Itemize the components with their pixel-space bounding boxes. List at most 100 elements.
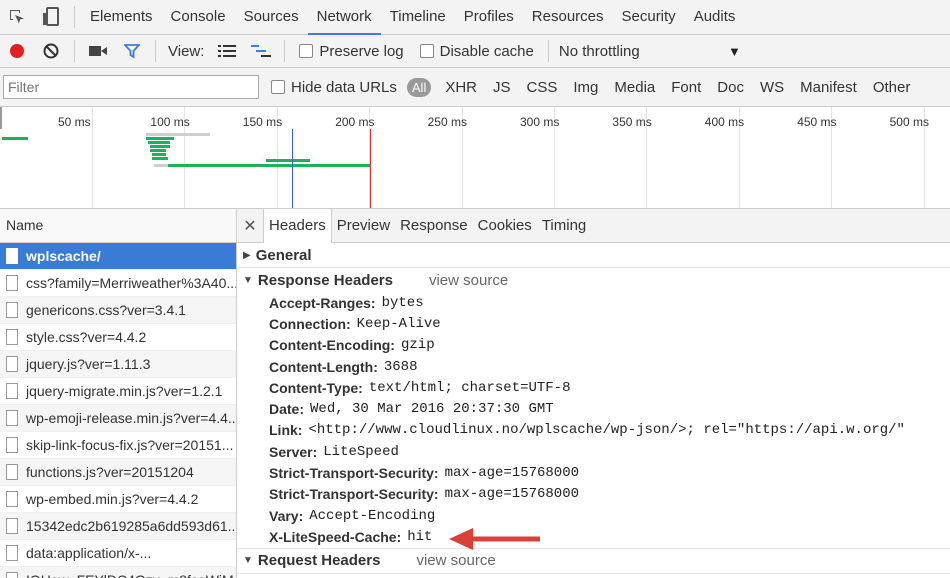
response-header-row: Vary: Accept-Encoding — [237, 505, 950, 526]
view-label: View: — [168, 42, 205, 60]
request-headers-section[interactable]: ▼ Request Headers view source — [237, 547, 950, 574]
inspect-element-icon[interactable] — [0, 0, 34, 34]
filter-type-js[interactable]: JS — [493, 79, 511, 96]
request-name: data:application/x-... — [26, 545, 152, 561]
overview-bar — [168, 164, 370, 167]
view-source-link[interactable]: view source — [429, 272, 508, 289]
request-name: jquery.js?ver=1.11.3 — [26, 356, 151, 372]
request-name: IQHow_FEYlDC4Gzy_m8fcoWiM... — [26, 572, 236, 578]
request-name: style.css?ver=4.4.2 — [26, 329, 147, 345]
filter-bar: Hide data URLs All XHR JS CSS Img Media Font D… — [0, 68, 950, 107]
checkbox-box[interactable] — [271, 80, 285, 94]
checkbox-box[interactable] — [299, 44, 314, 58]
checkbox-box[interactable] — [419, 44, 434, 58]
separator — [284, 40, 286, 62]
header-name: Accept-Ranges: — [269, 294, 376, 311]
document-file-icon — [6, 437, 18, 453]
tab-security[interactable]: Security — [613, 0, 685, 34]
details-tab-cookies[interactable]: Cookies — [473, 209, 537, 242]
request-row[interactable]: data:application/x-... — [0, 540, 236, 567]
response-header-row: Link: <http://www.cloudlinux.no/wplscache… — [237, 420, 950, 441]
tab-console[interactable]: Console — [162, 0, 235, 34]
filter-icon[interactable] — [115, 35, 149, 67]
overview-left-handle[interactable] — [0, 107, 2, 129]
filter-input[interactable] — [3, 75, 259, 99]
document-file-icon — [6, 383, 18, 399]
device-mode-icon[interactable] — [34, 0, 68, 34]
request-row[interactable]: 15342edc2b619285a6dd593d61... — [0, 513, 236, 540]
request-name: wp-embed.min.js?ver=4.4.2 — [26, 491, 199, 507]
image-file-icon — [6, 518, 18, 534]
details-tab-preview[interactable]: Preview — [332, 209, 395, 242]
disable-cache-label: Disable cache — [439, 42, 534, 60]
request-row[interactable]: functions.js?ver=20151204 — [0, 459, 236, 486]
response-header-row: Strict-Transport-Security: max-age=157680… — [237, 484, 950, 505]
request-headers-label: Request Headers — [257, 552, 381, 570]
details-tab-response[interactable]: Response — [395, 209, 473, 242]
request-row[interactable]: wp-embed.min.js?ver=4.4.2 — [0, 486, 236, 513]
filter-type-xhr[interactable]: XHR — [445, 79, 477, 96]
network-overview[interactable]: 50 ms 100 ms 150 ms 200 ms 250 ms 300 ms 350 m… — [0, 107, 950, 209]
tab-network[interactable]: Network — [307, 0, 381, 35]
request-name: wplscache/ — [26, 248, 101, 264]
response-header-row: X-LiteSpeed-Cache: hit — [237, 526, 950, 547]
request-row[interactable]: wp-emoji-release.min.js?ver=4.4... — [0, 405, 236, 432]
request-row[interactable]: skip-link-focus-fix.js?ver=20151... — [0, 432, 236, 459]
request-name: skip-link-focus-fix.js?ver=20151... — [26, 437, 234, 453]
expand-triangle-icon[interactable]: ▶ — [243, 250, 251, 261]
disable-cache-checkbox[interactable]: Disable cache — [419, 42, 534, 60]
tab-profiles[interactable]: Profiles — [455, 0, 523, 34]
document-file-icon — [6, 329, 18, 345]
filter-type-font[interactable]: Font — [671, 79, 701, 96]
dropdown-arrow-icon: ▼ — [727, 43, 741, 59]
close-icon[interactable]: ✕ — [237, 216, 263, 236]
request-row[interactable]: style.css?ver=4.4.2 — [0, 324, 236, 351]
header-value: Accept-Encoding — [309, 507, 436, 524]
overview-tick-label: 100 ms — [150, 115, 190, 129]
tab-elements[interactable]: Elements — [81, 0, 162, 34]
collapse-triangle-icon[interactable]: ▼ — [243, 555, 253, 566]
filter-type-img[interactable]: Img — [573, 79, 598, 96]
filter-type-manifest[interactable]: Manifest — [800, 79, 857, 96]
throttling-select[interactable]: No throttling ▼ — [559, 43, 741, 60]
details-tab-timing[interactable]: Timing — [537, 209, 591, 242]
filter-all-button[interactable]: All — [406, 77, 432, 97]
filter-type-media[interactable]: Media — [614, 79, 655, 96]
tab-audits[interactable]: Audits — [685, 0, 745, 34]
overview-tick-label: 500 ms — [889, 115, 929, 129]
clear-icon[interactable] — [34, 35, 68, 67]
request-row[interactable]: wplscache/ — [0, 243, 236, 270]
request-row[interactable]: jquery-migrate.min.js?ver=1.2.1 — [0, 378, 236, 405]
preserve-log-label: Preserve log — [319, 42, 404, 60]
capture-screenshots-icon[interactable] — [81, 35, 115, 67]
response-headers-section[interactable]: ▼ Response Headers view source — [237, 268, 950, 292]
header-name: Content-Type: — [269, 379, 363, 396]
record-icon[interactable] — [0, 35, 34, 67]
filter-type-css[interactable]: CSS — [527, 79, 558, 96]
details-tab-headers[interactable]: Headers — [263, 208, 332, 243]
request-name: functions.js?ver=20151204 — [26, 464, 194, 480]
request-row[interactable]: IQHow_FEYlDC4Gzy_m8fcoWiM... — [0, 567, 236, 578]
filter-type-doc[interactable]: Doc — [717, 79, 744, 96]
collapse-triangle-icon[interactable]: ▼ — [243, 275, 253, 286]
general-section[interactable]: ▶ General — [237, 243, 950, 268]
preserve-log-checkbox[interactable]: Preserve log — [299, 42, 404, 60]
tab-timeline[interactable]: Timeline — [381, 0, 455, 34]
header-value: 3688 — [383, 358, 418, 375]
hide-data-urls-checkbox[interactable]: Hide data URLs — [271, 79, 397, 96]
overview-tick-label: 450 ms — [797, 115, 837, 129]
filter-type-ws[interactable]: WS — [760, 79, 784, 96]
name-column-header[interactable]: Name — [0, 209, 236, 243]
request-row[interactable]: genericons.css?ver=3.4.1 — [0, 297, 236, 324]
request-row[interactable]: jquery.js?ver=1.11.3 — [0, 351, 236, 378]
tab-resources[interactable]: Resources — [523, 0, 613, 34]
overview-tick-label: 300 ms — [520, 115, 560, 129]
separator — [74, 40, 75, 62]
large-rows-icon[interactable] — [210, 35, 244, 67]
load-event-line — [370, 129, 371, 208]
tab-sources[interactable]: Sources — [235, 0, 308, 34]
waterfall-icon[interactable] — [244, 35, 278, 67]
document-file-icon — [6, 410, 18, 426]
request-row[interactable]: css?family=Merriweather%3A40... — [0, 270, 236, 297]
filter-type-other[interactable]: Other — [873, 79, 911, 96]
